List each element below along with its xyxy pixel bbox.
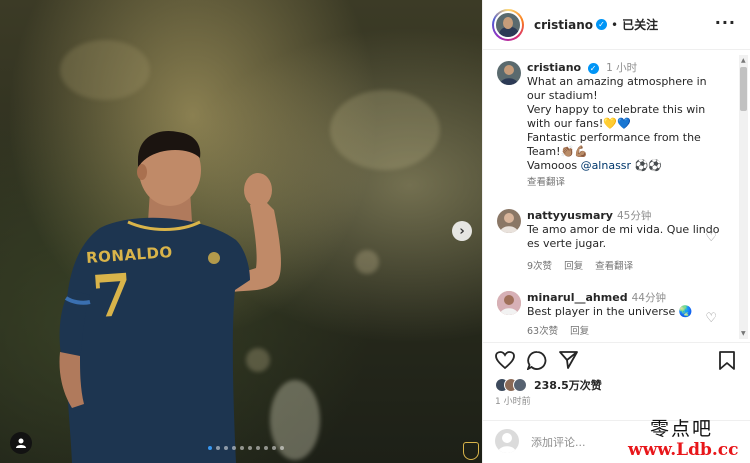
post-time: 1 小时前	[495, 397, 531, 407]
avatar[interactable]	[497, 291, 521, 315]
carousel-dot	[272, 446, 276, 450]
verified-icon: ✓	[587, 62, 599, 74]
carousel-dot	[256, 446, 260, 450]
avatar[interactable]	[497, 209, 521, 233]
add-comment-input[interactable]: 添加评论...	[531, 434, 586, 450]
caption-line: Vamooos	[527, 159, 578, 172]
comment-body: Best player in the universe 🌏	[527, 305, 693, 318]
translate-link[interactable]: 查看翻译	[527, 177, 565, 188]
carousel-dot	[232, 446, 236, 450]
comment-username[interactable]: nattyyusmary	[527, 209, 613, 222]
verified-icon: ✓	[596, 19, 608, 30]
caption-line: What an amazing atmosphere in our stadiu…	[527, 75, 707, 102]
comment-like-icon[interactable]: ♡	[705, 230, 717, 245]
comment-likes[interactable]: 9次赞	[527, 261, 552, 272]
carousel-indicator	[208, 446, 284, 450]
post-actions: 238.5万次赞 1 小时前	[483, 342, 750, 422]
carousel-dot	[240, 446, 244, 450]
post-photo[interactable]: RONALDO 7 ›	[0, 0, 482, 463]
jersey-number: 7	[89, 260, 135, 332]
likes-summary[interactable]: 238.5万次赞	[495, 377, 602, 393]
user-tag-icon[interactable]	[10, 432, 32, 454]
like-count[interactable]: 238.5万次赞	[534, 377, 602, 393]
caption-username[interactable]: cristiano	[527, 61, 581, 74]
caption-emoji: ⚽⚽	[634, 159, 662, 172]
carousel-dot	[248, 446, 252, 450]
comment-text: nattyyusmary 45分钟 Te amo amor de mi vida.…	[527, 209, 727, 274]
reply-button[interactable]: 回复	[564, 261, 583, 272]
comment-icon[interactable]	[526, 351, 547, 375]
mention-link[interactable]: @alnassr	[581, 159, 632, 172]
follow-status-button[interactable]: 已关注	[622, 16, 658, 33]
caption-line: Very happy to celebrate this win with ou…	[527, 103, 706, 130]
carousel-dot	[264, 446, 268, 450]
comment-like-icon[interactable]: ♡	[705, 311, 717, 326]
next-arrow-icon[interactable]: ›	[452, 221, 472, 241]
comment-username[interactable]: minarul__ahmed	[527, 291, 628, 304]
caption-line: Fantastic performance from the Team!👏🏽💪🏽	[527, 131, 701, 158]
post-side-panel: cristiano ✓ • 已关注 ··· cristiano ✓ 1 小时 W…	[482, 0, 750, 463]
instagram-post-view: RONALDO 7 › cristiano ✓ • 已关注 ··· cristi…	[0, 0, 750, 463]
caption-text: cristiano ✓ 1 小时 What an amazing atmosph…	[527, 61, 727, 190]
comment-time: 45分钟	[616, 210, 652, 222]
carousel-dot	[216, 446, 220, 450]
carousel-dot	[280, 446, 284, 450]
watermark-title: 零点吧	[650, 418, 714, 440]
translate-link[interactable]: 查看翻译	[595, 261, 633, 272]
header-separator: •	[611, 17, 619, 32]
caption-time: 1 小时	[606, 62, 638, 74]
avatar[interactable]	[492, 8, 524, 41]
comments-scrollbar[interactable]: ▲ ▼	[739, 55, 748, 339]
save-bookmark-icon[interactable]	[719, 351, 735, 375]
comments-list[interactable]: cristiano ✓ 1 小时 What an amazing atmosph…	[483, 51, 739, 341]
share-icon[interactable]	[559, 351, 578, 374]
watermark-url: www.Ldb.cc	[628, 440, 739, 460]
comment-likes[interactable]: 63次赞	[527, 326, 558, 337]
reply-button[interactable]: 回复	[570, 326, 589, 337]
scroll-down-icon[interactable]: ▼	[741, 330, 746, 337]
carousel-dot	[208, 446, 212, 450]
player-figure	[59, 130, 281, 463]
like-heart-icon[interactable]	[495, 351, 515, 374]
carousel-dot	[224, 446, 228, 450]
more-options-icon[interactable]: ···	[715, 13, 736, 32]
avatar[interactable]	[497, 61, 521, 85]
watermark: 零点吧 www.Ldb.cc	[628, 412, 750, 463]
club-logo-icon	[463, 442, 479, 460]
comment-text: minarul__ahmed 44分钟 Best player in the un…	[527, 291, 727, 339]
comment-time: 44分钟	[631, 292, 666, 304]
avatar	[495, 429, 519, 453]
header-username[interactable]: cristiano	[534, 18, 593, 32]
post-header: cristiano ✓ • 已关注 ···	[483, 0, 750, 50]
scroll-up-icon[interactable]: ▲	[741, 57, 746, 64]
comment-body: Te amo amor de mi vida. Que lindo es ver…	[527, 223, 720, 250]
avatar	[513, 378, 527, 392]
scroll-thumb[interactable]	[740, 67, 747, 111]
